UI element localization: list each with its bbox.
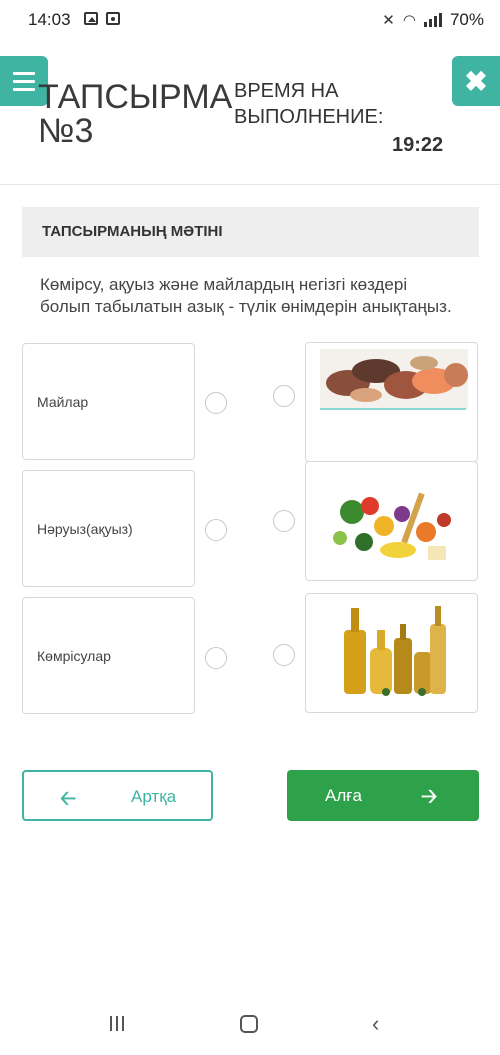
battery-level: 70%	[449, 10, 484, 29]
option-label: Нәруыз(ақуыз)	[37, 520, 133, 537]
recent-apps-icon[interactable]	[110, 1016, 124, 1031]
gallery-icon	[84, 12, 98, 25]
left-option-3: Көмрісулар	[22, 597, 195, 714]
right-radio-1[interactable]	[273, 385, 295, 407]
back-nav-icon[interactable]: ‹	[372, 1011, 379, 1037]
right-option-2	[305, 461, 478, 581]
mute-icon: ✕	[382, 12, 395, 29]
left-radio-3[interactable]	[205, 647, 227, 669]
record-icon	[106, 12, 120, 25]
task-title: ТАПСЫРМА №3	[38, 78, 233, 150]
status-bar: 14:03 ✕ ◠ 70%	[0, 0, 500, 40]
signal-icon	[423, 13, 442, 27]
header-divider	[0, 184, 500, 185]
left-option-1: Майлар	[22, 343, 195, 460]
time-remaining: 19:22	[392, 134, 444, 156]
status-time: 14:03	[28, 10, 71, 29]
right-radio-2[interactable]	[273, 510, 295, 532]
wifi-icon: ◠	[402, 12, 416, 29]
meat-fish-image	[320, 349, 468, 410]
left-radio-2[interactable]	[205, 519, 227, 541]
oil-bottles-image	[344, 606, 446, 696]
next-button-label: Алға	[325, 786, 362, 805]
left-option-2: Нәруыз(ақуыз)	[22, 470, 195, 587]
section-title: ТАПСЫРМАНЫҢ МӘТІНІ	[22, 207, 479, 257]
option-label: Майлар	[37, 393, 89, 410]
vegetables-pasta-image	[318, 464, 468, 576]
back-button-label: Артқа	[131, 787, 177, 806]
option-label: Көмрісулар	[37, 647, 111, 664]
next-button[interactable]: Алға 🡢	[287, 770, 479, 821]
hamburger-icon	[13, 71, 35, 75]
close-button[interactable]: ✖	[452, 56, 500, 106]
close-icon: ✖	[464, 65, 488, 97]
back-button[interactable]: 🡠 Артқа	[22, 770, 213, 821]
question-text: Көмірсу, ақуыз және майлардың негізгі кө…	[40, 275, 452, 316]
system-nav-bar: ‹	[0, 995, 500, 1055]
right-option-1	[305, 342, 478, 462]
home-icon[interactable]	[240, 1015, 258, 1033]
right-option-3	[305, 593, 478, 713]
arrow-right-icon: 🡢	[421, 786, 438, 808]
right-radio-3[interactable]	[273, 644, 295, 666]
arrow-left-icon: 🡠	[60, 788, 77, 810]
left-radio-1[interactable]	[205, 392, 227, 414]
time-label: ВРЕМЯ НА ВЫПОЛНЕНИЕ:	[234, 80, 384, 128]
